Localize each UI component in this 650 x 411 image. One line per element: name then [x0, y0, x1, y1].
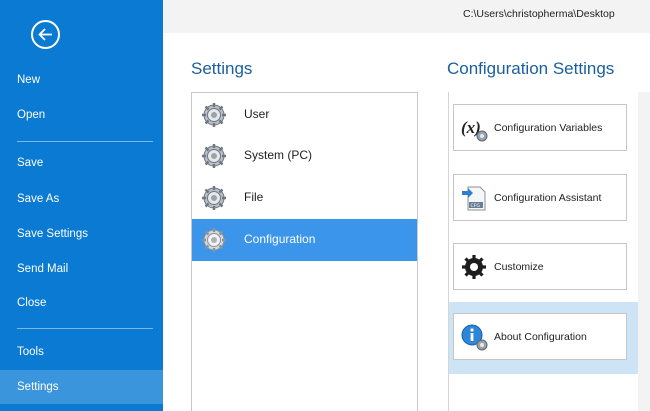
- nav-close[interactable]: Close: [0, 286, 163, 320]
- list-item-user[interactable]: User: [192, 94, 417, 136]
- file-path: C:\Users\christopherma\Desktop: [463, 8, 615, 20]
- nav-save[interactable]: Save: [0, 146, 163, 180]
- nav-settings[interactable]: Settings: [0, 370, 163, 404]
- config-variables-button[interactable]: (x) Configuration Variables: [453, 104, 627, 151]
- gear-customize-icon: [462, 255, 486, 279]
- nav-open[interactable]: Open: [0, 98, 163, 132]
- gear-icon: [202, 228, 226, 252]
- backstage-nav: New Open Save Save As Save Settings Send…: [0, 0, 163, 411]
- variable-x-icon: (x): [461, 118, 488, 142]
- gear-icon: [202, 144, 226, 168]
- settings-list: User System (PC) File Configuration: [191, 92, 418, 411]
- list-item-label: System (PC): [244, 148, 313, 162]
- arrow-left-icon: [38, 28, 52, 41]
- card-label: Customize: [494, 261, 544, 273]
- config-settings-heading: Configuration Settings: [447, 59, 615, 78]
- nav-save-settings[interactable]: Save Settings: [0, 217, 163, 251]
- nav-tools[interactable]: Tools: [0, 335, 163, 369]
- scroll-strip: [638, 92, 650, 411]
- card-label: About Configuration: [494, 331, 587, 343]
- gear-icon: [202, 103, 226, 127]
- nav-separator: [17, 141, 153, 142]
- config-assistant-button[interactable]: CFG Configuration Assistant: [453, 174, 627, 221]
- customize-button[interactable]: Customize: [453, 243, 627, 290]
- list-item-configuration[interactable]: Configuration: [192, 219, 417, 261]
- card-label: Configuration Assistant: [494, 192, 602, 204]
- nav-new[interactable]: New: [0, 63, 163, 97]
- info-gear-icon: [461, 324, 488, 351]
- svg-text:CFG: CFG: [471, 203, 481, 209]
- card-label: Configuration Variables: [494, 122, 603, 134]
- gear-icon: [202, 186, 226, 210]
- back-button[interactable]: [31, 20, 60, 49]
- list-item-label: Configuration: [244, 232, 316, 246]
- cfg-assistant-icon: CFG: [462, 186, 486, 211]
- path-bar: C:\Users\christopherma\Desktop: [163, 0, 650, 33]
- settings-heading: Settings: [191, 59, 253, 78]
- about-configuration-button[interactable]: About Configuration: [453, 313, 627, 360]
- list-item-file[interactable]: File: [192, 177, 417, 219]
- nav-separator: [17, 328, 153, 329]
- nav-save-as[interactable]: Save As: [0, 182, 163, 216]
- list-item-system-pc[interactable]: System (PC): [192, 135, 417, 177]
- list-item-label: File: [244, 190, 264, 204]
- nav-send-mail[interactable]: Send Mail: [0, 252, 163, 286]
- list-item-label: User: [244, 107, 270, 121]
